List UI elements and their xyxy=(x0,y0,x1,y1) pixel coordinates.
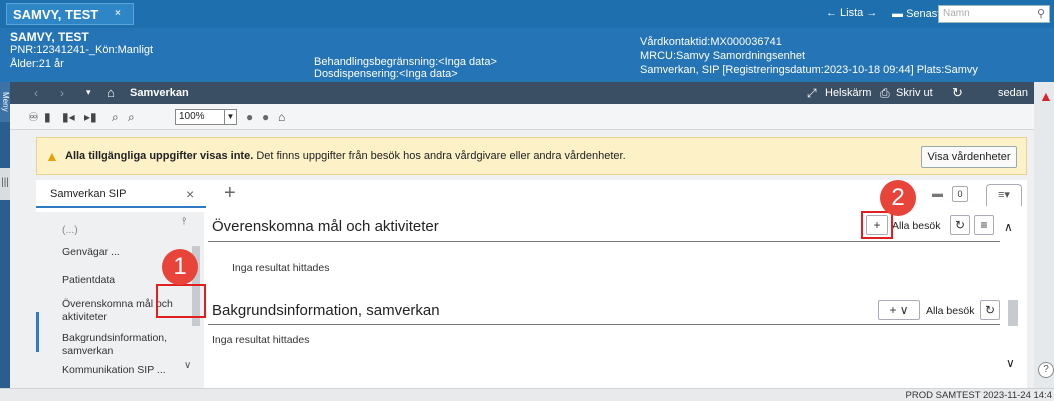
add-dropdown-button[interactable]: + ∨ xyxy=(878,300,920,320)
warning-message: Alla tillgängliga uppgifter visas inte. … xyxy=(65,150,626,162)
breadcrumb-current: Samverkan xyxy=(130,87,189,99)
top-tab-bar: SAMVY, TEST × ← Lista → ▬ Senaste ▾ Namn… xyxy=(0,0,1054,28)
patient-name: SAMVY, TEST xyxy=(10,30,89,44)
folder-icon: ▬ xyxy=(892,8,907,20)
registration-info: Samverkan, SIP [Registreringsdatum:2023-… xyxy=(640,64,978,76)
stop-icon[interactable]: ● xyxy=(262,110,269,124)
breadcrumb-bar: ‹ › ▾ ⌂ Samverkan ⤢ Helskärm ⎙ Skriv ut … xyxy=(10,82,1034,104)
filter-all-visits[interactable]: Alla besök xyxy=(892,220,940,232)
list-menu-icon[interactable]: ≡▾ xyxy=(986,184,1022,206)
pin-icon[interactable]: ⫯ xyxy=(182,216,186,227)
print-button[interactable]: Skriv ut xyxy=(896,87,933,99)
patient-search-input[interactable]: Namn ⚲ xyxy=(938,5,1050,23)
chevron-up-icon[interactable]: ∧ xyxy=(1004,220,1013,234)
record-icon[interactable]: ● xyxy=(246,110,253,124)
alert-icon[interactable]: ▲ xyxy=(1039,88,1053,104)
menu-tab[interactable]: Meny xyxy=(0,82,10,122)
status-text: PROD SAMTEST 2023-11-24 14:4 xyxy=(905,390,1052,401)
warning-bold: Alla tillgängliga uppgifter visas inte. xyxy=(65,150,254,162)
section-title: Överenskomna mål och aktiviteter xyxy=(212,218,439,235)
tab-label: Samverkan SIP xyxy=(50,188,127,200)
print-icon[interactable]: ⎙ xyxy=(880,86,890,101)
callout-1: 1 xyxy=(162,249,198,285)
binoculars-icon[interactable]: ♾ xyxy=(28,110,39,124)
zoom-select[interactable]: 100% xyxy=(175,109,225,125)
left-rail xyxy=(0,82,10,388)
close-icon[interactable]: × xyxy=(186,186,194,202)
right-column xyxy=(1034,82,1054,388)
patient-tab-title: SAMVY, TEST xyxy=(13,7,99,22)
chevron-down-icon[interactable]: ▼ xyxy=(225,109,237,125)
zoom-out-icon[interactable]: ⌕ xyxy=(112,110,119,125)
section-divider xyxy=(208,241,1000,242)
selection-indicator xyxy=(36,312,39,352)
show-units-button[interactable]: Visa vårdenheter xyxy=(921,146,1017,168)
export-icon[interactable]: ⌂ xyxy=(278,110,285,124)
add-tab-icon[interactable]: + xyxy=(224,182,236,205)
highlight-box xyxy=(861,211,893,239)
fullscreen-icon[interactable]: ⤢ xyxy=(807,86,817,101)
search-placeholder: Namn xyxy=(943,8,970,19)
status-bar: PROD SAMTEST 2023-11-24 14:4 xyxy=(0,388,1054,401)
sidebar-item-bakgrund[interactable]: Bakgrundsinformation, samverkan xyxy=(62,332,182,358)
inbox-icon[interactable]: ▬ xyxy=(932,188,943,200)
callout-2: 2 xyxy=(880,180,916,216)
sidebar-item-patientdata[interactable]: Patientdata xyxy=(62,274,115,287)
section-title: Bakgrundsinformation, samverkan xyxy=(212,302,440,319)
sidebar-item-kommunikation[interactable]: Kommunikation SIP ... xyxy=(62,364,166,377)
warning-detail: Det finns uppgifter från besök hos andra… xyxy=(256,150,626,162)
section-divider xyxy=(208,324,1000,325)
first-page-icon[interactable]: ▮◂ xyxy=(62,110,75,124)
refresh-icon[interactable]: ↻ xyxy=(980,300,1000,320)
highlight-box xyxy=(156,284,206,318)
search-icon[interactable]: ⚲ xyxy=(1037,7,1045,20)
counter-badge: 0 xyxy=(952,186,968,202)
close-icon[interactable]: × xyxy=(115,8,121,19)
fullscreen-button[interactable]: Helskärm xyxy=(825,87,871,99)
empty-message: Inga resultat hittades xyxy=(232,262,330,274)
care-contact-id: Vårdkontaktid:MX000036741 xyxy=(640,36,782,48)
home-icon[interactable]: ⌂ xyxy=(107,85,115,100)
collapse-toggle[interactable]: ||| xyxy=(0,168,10,200)
content-panel: Samverkan SIP × + ▬ 0 ≡▾ ⫯ (...) Genväga… xyxy=(36,180,1027,388)
sidebar-item-genvagar[interactable]: Genvägar ... xyxy=(62,246,120,259)
treatment-limit: Behandlingsbegränsning:<Inga data> xyxy=(314,56,497,68)
list-nav-link[interactable]: ← Lista → xyxy=(826,7,877,19)
page-icon[interactable]: ▮ xyxy=(44,110,51,124)
patient-tab[interactable]: SAMVY, TEST × xyxy=(6,3,134,25)
chevron-down-icon[interactable]: ▾ xyxy=(86,87,91,98)
chevron-down-icon[interactable]: ∨ xyxy=(184,360,191,371)
back-icon[interactable]: ‹ xyxy=(34,86,38,100)
toolbar: ♾ ▮ ▮◂ ▸▮ ⌕ ⌕ 100% ▼ ● ● ⌂ xyxy=(10,104,1034,130)
warning-icon: ▲ xyxy=(45,148,59,164)
refresh-icon[interactable]: ↻ xyxy=(952,85,963,101)
empty-message: Inga resultat hittades xyxy=(212,334,310,346)
next-page-icon[interactable]: ▸▮ xyxy=(84,110,97,124)
patient-header: SAMVY, TEST PNR:12341241-_Kön:Manligt Ål… xyxy=(0,28,1054,82)
chevron-down-icon[interactable]: ∨ xyxy=(1006,356,1015,370)
warning-banner: ▲ Alla tillgängliga uppgifter visas inte… xyxy=(36,137,1027,175)
later-label: sedan xyxy=(998,87,1028,99)
filter-all-visits[interactable]: Alla besök xyxy=(926,305,974,317)
tab-samverkan-sip[interactable]: Samverkan SIP xyxy=(36,180,206,208)
dose-dispensing: Dosdispensering:<Inga data> xyxy=(314,68,458,80)
help-icon[interactable]: ? xyxy=(1038,362,1054,378)
sidebar-item[interactable]: (...) xyxy=(62,224,78,237)
menu-icon[interactable]: ≡ xyxy=(974,215,994,235)
refresh-icon[interactable]: ↻ xyxy=(950,215,970,235)
patient-age: Ålder:21 år xyxy=(10,58,64,70)
zoom-in-icon[interactable]: ⌕ xyxy=(128,110,135,125)
mrcu-unit: MRCU:Samvy Samordningsenhet xyxy=(640,50,806,62)
patient-pnr: PNR:12341241-_Kön:Manligt xyxy=(10,44,154,56)
forward-icon[interactable]: › xyxy=(60,86,64,100)
main-scrollbar[interactable] xyxy=(1008,300,1018,326)
